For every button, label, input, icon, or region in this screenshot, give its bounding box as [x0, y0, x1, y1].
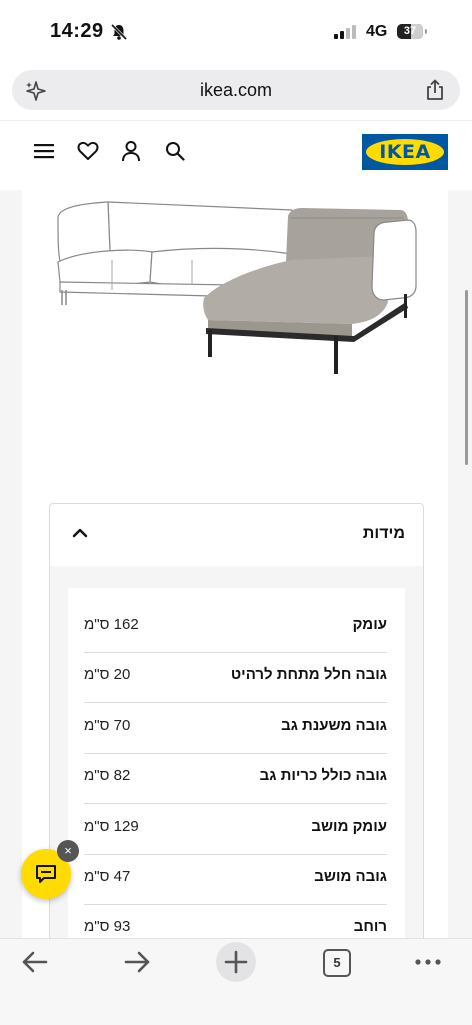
chevron-up-icon[interactable] — [72, 527, 88, 539]
dimension-row: עומק מושב 129 ס"מ — [84, 804, 387, 855]
logo-text: IKEA — [379, 141, 431, 163]
page-scrollbar[interactable] — [465, 290, 468, 465]
silent-bell-icon — [110, 23, 128, 41]
dimension-row: גובה חלל מתחת לרהיט 20 ס"מ — [84, 652, 387, 703]
url-text[interactable]: ikea.com — [12, 70, 460, 110]
dimension-row: עומק 162 ס"מ — [84, 602, 387, 653]
dimension-value: 93 ס"מ — [84, 918, 131, 935]
back-arrow-icon[interactable] — [14, 940, 58, 984]
heart-icon[interactable] — [77, 141, 99, 161]
account-icon[interactable] — [121, 140, 141, 162]
dimension-value: 47 ס"מ — [84, 868, 131, 885]
more-icon[interactable] — [406, 940, 450, 984]
dimension-row: גובה כולל כריות גב 82 ס"מ — [84, 753, 387, 804]
status-time: 14:29 — [50, 20, 104, 42]
chat-icon — [36, 865, 56, 883]
dimension-row: גובה מושב 47 ס"מ — [84, 854, 387, 905]
dimensions-list: עומק 162 ס"מ גובה חלל מתחת לרהיט 20 ס"מ … — [68, 588, 405, 949]
signal-icon — [334, 25, 356, 39]
forward-arrow-icon[interactable] — [114, 940, 158, 984]
dimensions-title: מידות — [362, 525, 405, 542]
battery-level: 37 — [403, 25, 417, 37]
ikea-logo[interactable]: IKEA — [362, 134, 448, 170]
network-type: 4G — [366, 23, 388, 40]
dimension-value: 82 ס"מ — [84, 767, 131, 784]
dimension-label: גובה מושב — [314, 868, 387, 885]
share-icon[interactable] — [424, 78, 446, 102]
address-bar[interactable]: ikea.com — [12, 70, 460, 110]
dimension-label: גובה משענת גב — [281, 717, 387, 734]
dimension-row: גובה משענת גב 70 ס"מ — [84, 703, 387, 754]
new-tab-button[interactable] — [216, 942, 256, 982]
chat-close-button[interactable]: × — [57, 840, 79, 862]
menu-icon[interactable] — [34, 142, 54, 160]
status-bar: 14:29 4G 37 — [0, 0, 472, 62]
dimension-label: עומק מושב — [311, 818, 387, 835]
dimension-value: 20 ס"מ — [84, 666, 131, 683]
dimension-value: 162 ס"מ — [84, 616, 139, 633]
dimension-value: 70 ס"מ — [84, 717, 131, 734]
plus-icon — [224, 950, 248, 974]
product-image — [57, 201, 417, 374]
dimensions-accordion-header[interactable]: מידות — [50, 504, 423, 566]
dimension-label: רוחב — [353, 918, 387, 935]
battery-icon: 37 — [397, 24, 427, 39]
dimension-value: 129 ס"מ — [84, 818, 139, 835]
search-icon[interactable] — [165, 141, 185, 161]
dimension-label: גובה חלל מתחת לרהיט — [230, 666, 387, 683]
tabs-button[interactable]: 5 — [323, 949, 351, 977]
dimension-label: עומק — [352, 616, 387, 633]
dimension-label: גובה כולל כריות גב — [259, 767, 387, 784]
dimensions-accordion: מידות עומק 162 ס"מ גובה חלל מתחת לרהיט 2… — [49, 503, 424, 950]
dimensions-body: עומק 162 ס"מ גובה חלל מתחת לרהיט 20 ס"מ … — [50, 566, 423, 949]
